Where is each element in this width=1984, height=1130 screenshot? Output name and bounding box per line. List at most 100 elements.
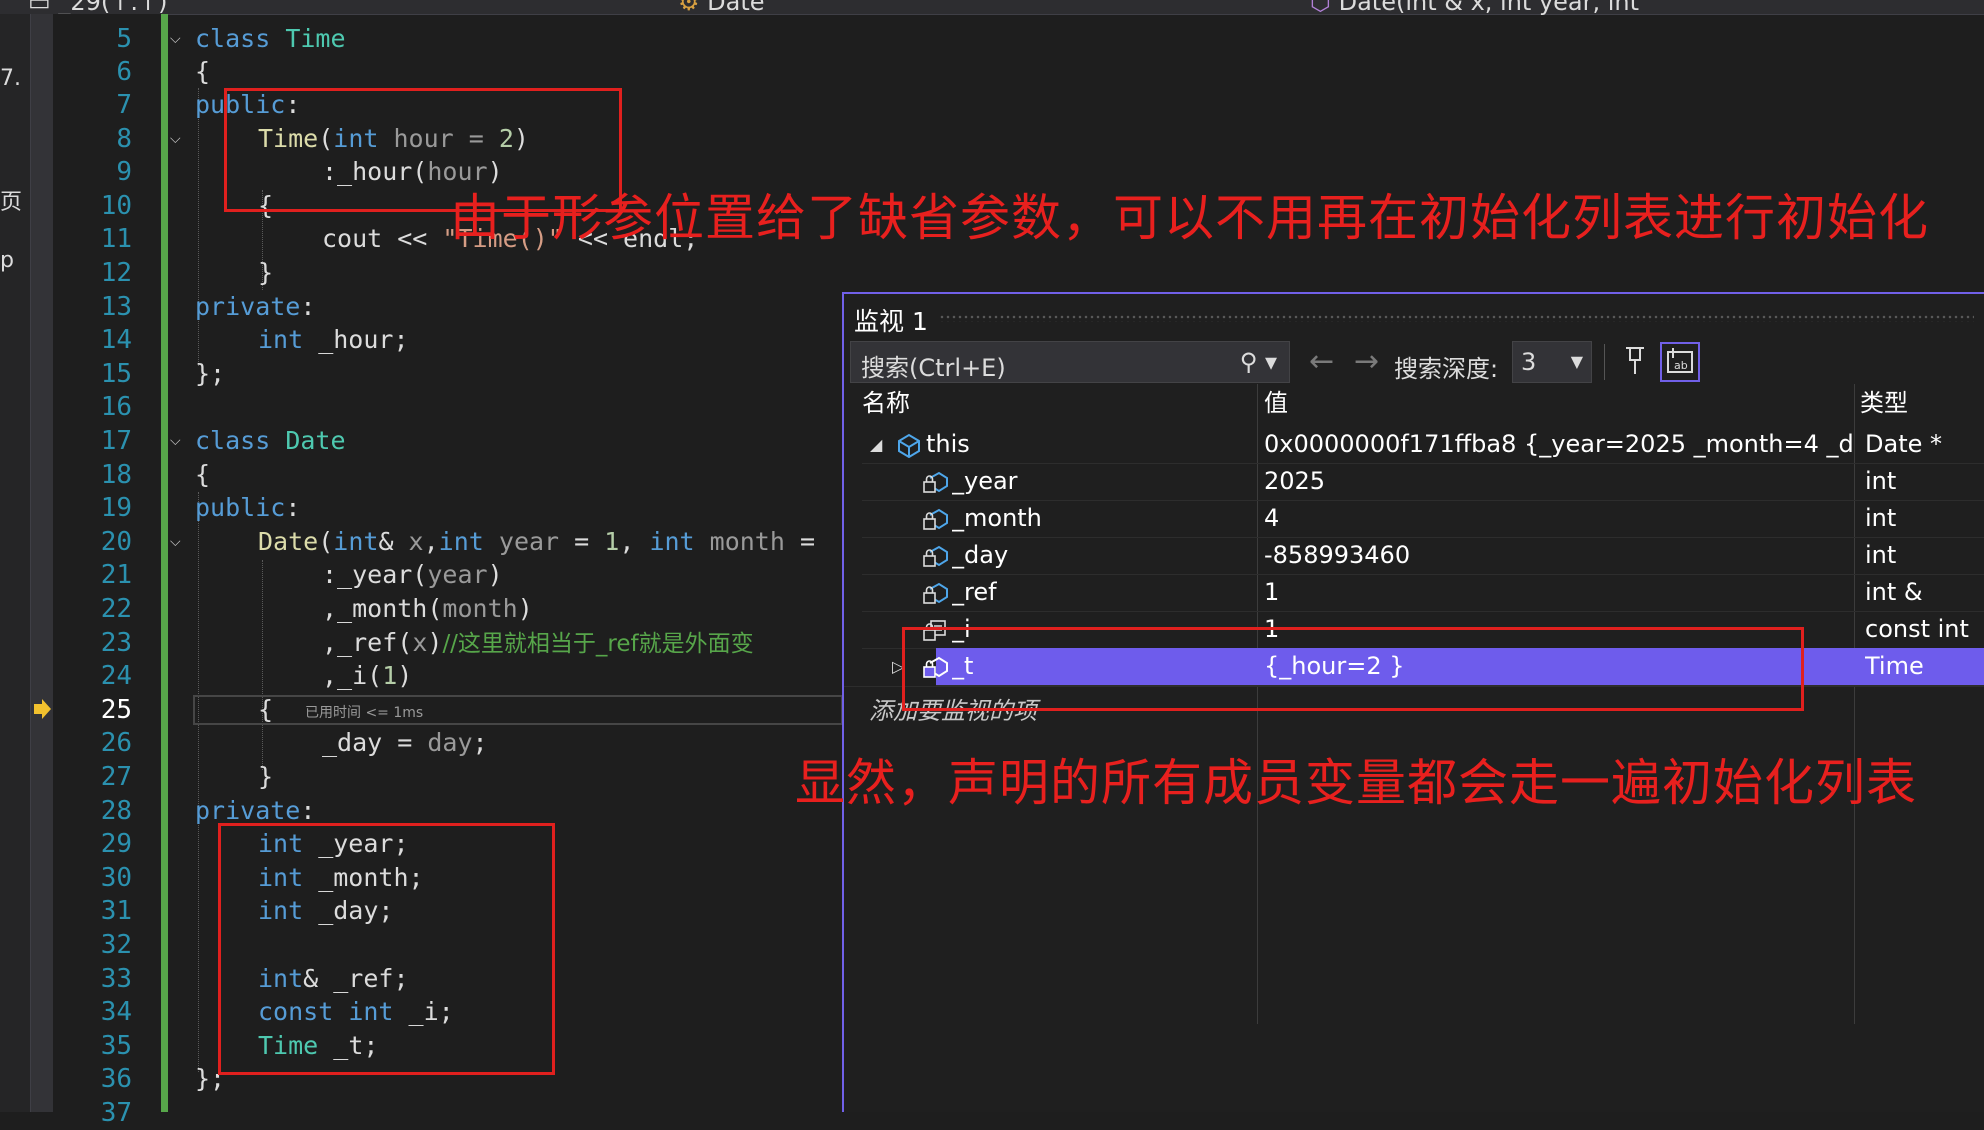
column-header-type[interactable]: 类型 [1860, 384, 1908, 422]
line-number: 37 [100, 1098, 132, 1128]
code-line[interactable]: :_year(year) [322, 558, 503, 592]
line-number: 21 [100, 560, 132, 590]
left-strip-text: p [0, 248, 14, 273]
line-number: 36 [100, 1064, 132, 1094]
collapse-chevron-icon[interactable]: ⌵ [170, 424, 181, 458]
left-strip-text: 7. [0, 66, 21, 91]
member-dropdown[interactable]: ⬡ Date(int & x, int year, int [1310, 0, 1639, 16]
document-tab-strip: ▭ _29(↑.↑) ⚙ Date ⬡ Date(int & x, int ye… [0, 0, 1984, 16]
line-number: 33 [100, 964, 132, 994]
code-line[interactable]: }; [195, 357, 225, 391]
annotation-text-top: 由于形参位置给了缺省参数，可以不用再在初始化列表进行初始化 [450, 189, 1929, 247]
code-line[interactable]: Date(int& x,int year = 1, int month = [258, 525, 842, 559]
watch-row-value[interactable]: 2025 [1264, 463, 1325, 500]
private-field-icon [923, 545, 948, 567]
watch-row-name: _ref [952, 578, 997, 606]
code-line[interactable]: { [258, 693, 273, 727]
line-number: 15 [100, 359, 132, 389]
code-line[interactable]: { [195, 458, 210, 492]
line-number: 22 [100, 594, 132, 624]
line-number: 28 [100, 796, 132, 826]
line-number: 12 [100, 258, 132, 288]
watch-search-input[interactable]: 搜索(Ctrl+E) ⚲ ▾ [850, 341, 1290, 383]
scope-dropdown[interactable]: ⚙ Date [678, 0, 765, 16]
watch-row-value[interactable]: 1 [1264, 574, 1279, 611]
search-next-arrow-icon[interactable]: → [1354, 344, 1379, 379]
watch-row-type: int [1865, 504, 1897, 532]
member-label: Date(int & x, int year, int [1338, 0, 1640, 16]
search-depth-select[interactable]: 3 ▼ [1512, 341, 1592, 383]
collapse-chevron-icon[interactable]: ⌵ [170, 22, 181, 56]
code-line[interactable]: } [258, 760, 273, 794]
toolbar-separator [1604, 344, 1605, 380]
scope-label: Date [707, 0, 765, 16]
column-header-value[interactable]: 值 [1264, 384, 1288, 422]
line-number: 13 [100, 292, 132, 322]
line-number: 34 [100, 997, 132, 1027]
line-number: 20 [100, 527, 132, 557]
line-number: 29 [100, 829, 132, 859]
view-hex-toggle-icon[interactable]: ab [1660, 342, 1700, 382]
watch-row-name: _day [952, 541, 1009, 569]
watch-row-type: Date * [1865, 430, 1942, 458]
code-line[interactable]: ,_month(month) [322, 592, 533, 626]
watch-row[interactable]: _year 2025 int [862, 463, 1984, 501]
search-placeholder: 搜索(Ctrl+E) [861, 354, 1006, 382]
watch-row[interactable]: _ref 1 int & [862, 574, 1984, 612]
execution-pointer-icon [34, 699, 51, 719]
watch-row-name: this [926, 430, 970, 458]
line-number: 27 [100, 762, 132, 792]
code-line[interactable]: ,_ref(x)//这里就相当于_ref就是外面变 [322, 626, 842, 661]
line-number: 32 [100, 930, 132, 960]
annotation-box [902, 627, 1804, 711]
watch-title[interactable]: 监视 1 [854, 302, 928, 338]
code-line[interactable]: _day = day; [322, 726, 488, 760]
watch-row[interactable]: ◢ this 0x0000000f171ffba8 {_year=2025 _m… [862, 426, 1984, 464]
line-number: 16 [100, 392, 132, 422]
watch-row-type: int [1865, 541, 1897, 569]
private-field-icon [923, 471, 948, 493]
code-line[interactable]: } [258, 256, 273, 290]
line-number: 11 [100, 224, 132, 254]
change-tracking-bar [161, 14, 168, 1112]
watch-row-name: _month [952, 504, 1042, 532]
code-line[interactable]: ,_i(1) [322, 659, 412, 693]
object-icon [898, 433, 920, 458]
watch-row[interactable]: _month 4 int [862, 500, 1984, 538]
code-line[interactable]: private: [195, 290, 315, 324]
code-line[interactable]: int _hour; [258, 323, 409, 357]
watch-row[interactable]: _day -858993460 int [862, 537, 1984, 575]
watch-row-value[interactable]: -858993460 [1264, 537, 1410, 574]
code-line[interactable]: public: [195, 491, 300, 525]
svg-text:ab: ab [1674, 359, 1688, 372]
search-depth-value: 3 [1521, 348, 1537, 376]
watch-row-value[interactable]: 4 [1264, 500, 1279, 537]
current-line-highlight [193, 695, 843, 725]
search-previous-arrow-icon[interactable]: ← [1309, 344, 1334, 379]
code-line[interactable]: { [195, 55, 210, 89]
indent-guide [262, 560, 263, 770]
pin-icon[interactable] [1618, 344, 1652, 380]
collapse-chevron-icon[interactable]: ⌵ [170, 122, 181, 156]
indicator-margin [31, 14, 53, 1112]
watch-row-value[interactable]: 0x0000000f171ffba8 {_year=2025 _month=4 … [1264, 426, 1854, 463]
left-tool-strip: 7. 页 p [0, 14, 31, 1112]
code-line[interactable]: class Time [195, 22, 346, 56]
search-depth-label: 搜索深度: [1394, 355, 1499, 383]
line-number: 19 [100, 493, 132, 523]
title-grip[interactable] [939, 314, 1974, 322]
private-field-icon [923, 508, 948, 530]
search-icon[interactable]: ⚲ ▾ [1240, 348, 1277, 376]
current-line-number: 25 [100, 695, 132, 725]
collapse-chevron-icon[interactable]: ⌵ [170, 525, 181, 559]
line-number: 30 [100, 863, 132, 893]
left-strip-text: 页 [0, 190, 23, 215]
code-line[interactable]: class Date [195, 424, 346, 458]
annotation-text-middle: 显然，声明的所有成员变量都会走一遍初始化列表 [795, 754, 1917, 812]
perf-tip[interactable]: 已用时间 <= 1ms [305, 702, 423, 722]
collapse-triangle-icon[interactable]: ◢ [870, 426, 882, 463]
column-header-name[interactable]: 名称 [862, 384, 910, 422]
dropdown-caret-icon: ▼ [1570, 352, 1583, 371]
line-number: 35 [100, 1031, 132, 1061]
line-number: 31 [100, 896, 132, 926]
